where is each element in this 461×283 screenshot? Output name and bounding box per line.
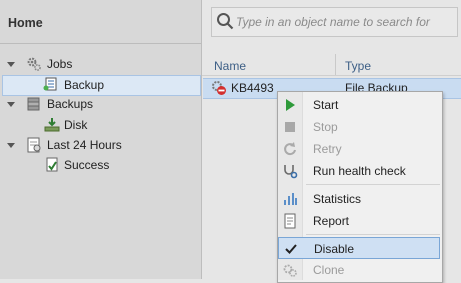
tree-label: Disk bbox=[64, 118, 88, 132]
tree-label: Backup bbox=[64, 78, 105, 92]
menu-item-report[interactable]: Report bbox=[278, 210, 440, 232]
menu-item-disable[interactable]: Disable bbox=[278, 237, 440, 259]
tree-label: Last 24 Hours bbox=[47, 138, 122, 152]
menu-item-retry[interactable]: Retry bbox=[278, 138, 440, 160]
pane-title: Home bbox=[8, 16, 43, 30]
divider bbox=[202, 75, 461, 76]
backups-icon bbox=[27, 97, 40, 111]
tree-node-disk[interactable]: Disk bbox=[0, 115, 200, 135]
expand-arrow-icon[interactable] bbox=[7, 62, 15, 67]
last-24-hours-icon bbox=[27, 137, 41, 153]
menu-item-run-health-check[interactable]: Run health check bbox=[278, 160, 440, 182]
expand-arrow-icon[interactable] bbox=[7, 143, 15, 148]
checkmark-icon bbox=[285, 244, 297, 254]
tree-label: Success bbox=[64, 158, 110, 172]
menu-item-clone[interactable]: Clone bbox=[278, 259, 440, 281]
stop-icon bbox=[285, 122, 295, 132]
menu-separator bbox=[306, 184, 440, 185]
menu-separator bbox=[306, 234, 440, 235]
retry-icon bbox=[284, 142, 296, 156]
stethoscope-icon bbox=[284, 165, 298, 179]
column-header-name[interactable]: Name bbox=[214, 59, 246, 73]
search-icon bbox=[217, 13, 234, 30]
search-placeholder: Type in an object name to search for bbox=[236, 15, 430, 29]
menu-item-start[interactable]: Start bbox=[278, 94, 440, 116]
tree-node-success[interactable]: Success bbox=[0, 155, 200, 175]
menu-item-stop[interactable]: Stop bbox=[278, 116, 440, 138]
tree-label: Backups bbox=[47, 97, 94, 111]
tree-label: Jobs bbox=[47, 57, 73, 71]
success-icon bbox=[46, 157, 58, 172]
disk-icon bbox=[44, 118, 60, 132]
gears-icon bbox=[27, 57, 41, 71]
expand-arrow-icon[interactable] bbox=[7, 102, 15, 107]
clone-icon bbox=[283, 264, 297, 277]
backup-job-icon bbox=[43, 77, 57, 91]
tree-node-last-24-hours[interactable]: Last 24 Hours bbox=[0, 135, 200, 155]
job-name-cell: KB4493 bbox=[231, 81, 274, 95]
divider bbox=[0, 43, 201, 44]
column-divider[interactable] bbox=[335, 54, 336, 76]
report-icon bbox=[284, 213, 296, 229]
menu-item-statistics[interactable]: Statistics bbox=[278, 188, 440, 210]
statistics-icon bbox=[284, 193, 297, 205]
disabled-job-icon bbox=[212, 81, 226, 95]
tree-node-jobs[interactable]: Jobs bbox=[0, 54, 200, 74]
column-header-type[interactable]: Type bbox=[345, 59, 371, 73]
tree-node-backups[interactable]: Backups bbox=[0, 94, 200, 114]
play-icon bbox=[286, 99, 295, 111]
